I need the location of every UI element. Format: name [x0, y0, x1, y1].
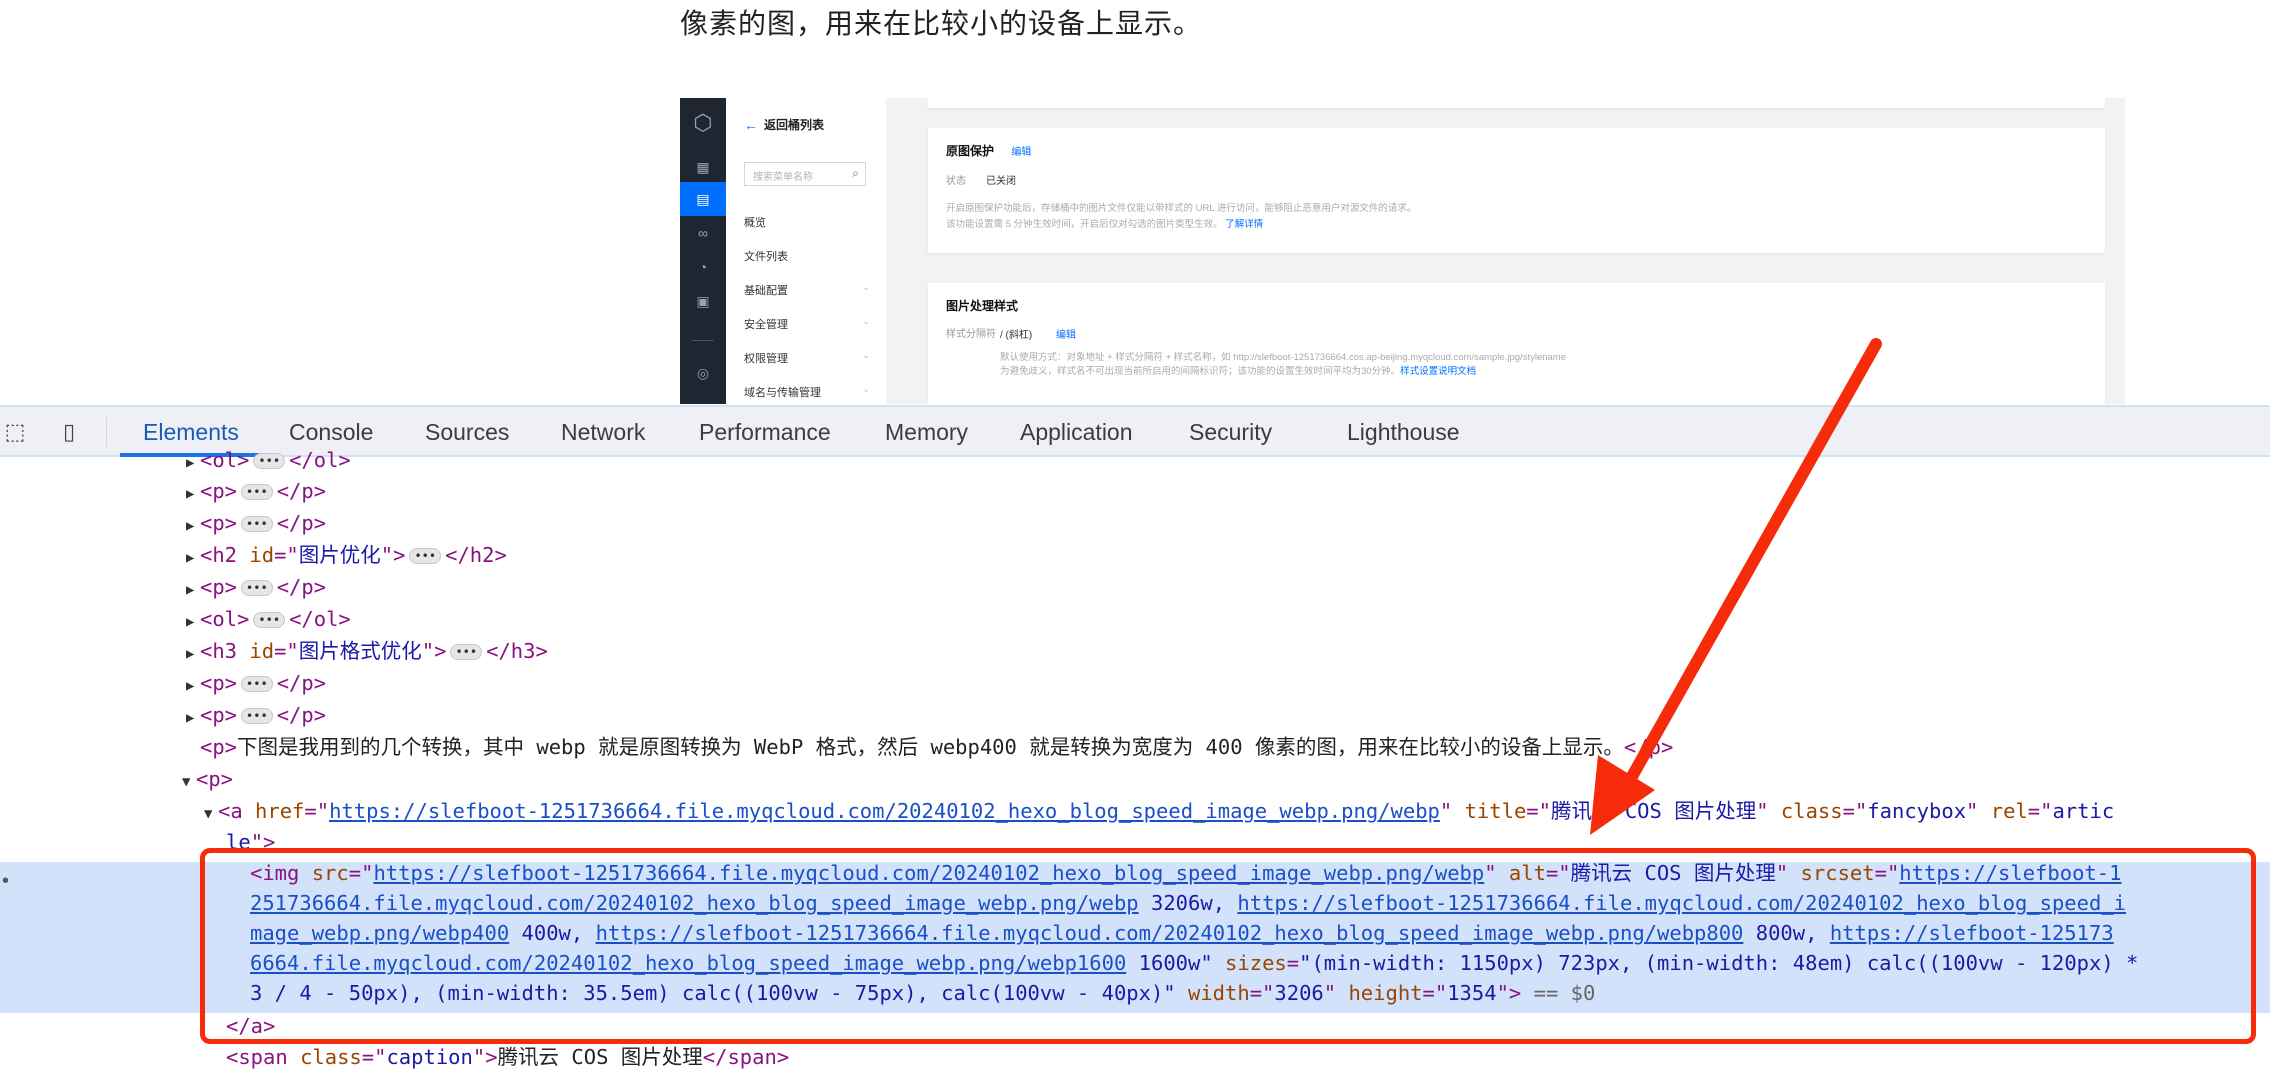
tree-node-a[interactable]: ▼ <a href="https://slefboot-1251736664.fi… [204, 795, 2114, 827]
menu-item-permissions: 权限管理 ⌄ [744, 350, 870, 365]
tree-node[interactable]: ▶ <h2 id="图片优化"> ••• </h2> [186, 539, 507, 571]
toolbar-divider [106, 417, 107, 447]
tree-node[interactable]: ▶ <p> ••• </p> [186, 571, 326, 603]
style-doc-link: 样式设置说明文档 [1400, 366, 1477, 377]
tab-network[interactable]: Network [561, 419, 645, 446]
rendered-page: 像素的图，用来在比较小的设备上显示。 ⬡ ▦ ▤ ∞ ◔ ▣ ◎ ← 返回桶列表… [0, 0, 2270, 404]
annotation-highlight-box [200, 848, 2256, 1044]
grid-icon: ▦ [696, 158, 710, 175]
inspect-element-icon[interactable]: ⬚ [0, 417, 30, 447]
search-icon: ⌕ [852, 166, 859, 180]
tree-node-caption[interactable]: <span class="caption">腾讯云 COS 图片处理</span… [226, 1041, 789, 1073]
arrow-left-icon: ← [744, 116, 758, 133]
menu-item-file-list: 文件列表 [744, 251, 788, 263]
tab-console[interactable]: Console [289, 419, 373, 446]
tree-node[interactable]: ▶ <ol> ••• </ol> [186, 444, 351, 476]
edit-link: 编辑 [1011, 147, 1032, 158]
tree-node-p-text[interactable]: <p>下图是我用到的几个转换，其中 webp 就是原图转换为 WebP 格式，然… [200, 731, 1673, 763]
tree-node[interactable]: ▶ <p> ••• </p> [186, 667, 326, 699]
edit-link: 编辑 [1056, 330, 1076, 341]
console-rail: ⬡ ▦ ▤ ∞ ◔ ▣ ◎ [680, 98, 726, 404]
cube-logo-icon: ⬡ [693, 110, 713, 135]
chevron-down-icon: ⌄ [862, 350, 870, 360]
menu-item-overview: 概览 [744, 217, 766, 229]
article-text: 像素的图，用来在比较小的设备上显示。 [680, 7, 1203, 40]
menu-item-basic-config: 基础配置 ⌄ [744, 282, 870, 297]
link-icon: ∞ [698, 225, 708, 241]
device-toolbar-icon[interactable]: ▯ [54, 417, 84, 447]
tab-security[interactable]: Security [1189, 419, 1272, 446]
article-image-cos-console[interactable]: ⬡ ▦ ▤ ∞ ◔ ▣ ◎ ← 返回桶列表 搜索菜单名称 ⌕ 概览 文件列表 基… [680, 98, 2125, 404]
tree-node[interactable]: ▶ <p> ••• </p> [186, 699, 326, 731]
image-icon: ▣ [696, 292, 710, 309]
menu-search-input: 搜索菜单名称 ⌕ [744, 162, 866, 186]
bucket-icon: ▤ [680, 182, 726, 216]
menu-item-security: 安全管理 ⌄ [744, 316, 870, 331]
tree-node[interactable]: ▶ <p> ••• </p> [186, 507, 326, 539]
href-link[interactable]: https://slefboot-1251736664.file.myqclou… [329, 799, 1440, 823]
chevron-down-icon: ⌄ [862, 282, 870, 292]
tab-memory[interactable]: Memory [885, 419, 968, 446]
tab-lighthouse[interactable]: Lighthouse [1347, 419, 1460, 446]
card-image-style: 图片处理样式 样式分隔符 / (斜杠) 编辑 默认使用方式：对象地址 + 样式分… [928, 283, 2105, 404]
console-main: 原图保护 编辑 状态 已关闭 开启原图保护功能后，存储桶中的图片文件仅能以带样式… [886, 98, 2125, 404]
tab-sources[interactable]: Sources [425, 419, 509, 446]
tree-node[interactable]: ▶ <h3 id="图片格式优化"> ••• </h3> [186, 635, 548, 667]
tree-node[interactable]: ▶ <p> ••• </p> [186, 475, 326, 507]
menu-item-domain: 域名与传输管理 ⌄ [744, 384, 870, 399]
chevron-down-icon: ⌄ [862, 384, 870, 394]
tab-elements[interactable]: Elements [143, 419, 239, 446]
learn-more-link: 了解详情 [1225, 219, 1264, 230]
card-previous [928, 98, 2105, 108]
tab-application[interactable]: Application [1020, 419, 1133, 446]
rail-divider [692, 340, 714, 341]
tree-node-p-open[interactable]: ▼ <p> [182, 763, 233, 795]
card-original-protect: 原图保护 编辑 状态 已关闭 开启原图保护功能后，存储桶中的图片文件仅能以带样式… [928, 128, 2105, 253]
console-menu: ← 返回桶列表 搜索菜单名称 ⌕ 概览 文件列表 基础配置 ⌄ 安全管理 ⌄ 权限管… [726, 98, 886, 404]
tree-node[interactable]: ▶ <ol> ••• </ol> [186, 603, 351, 635]
search-circle-icon: ◎ [696, 364, 710, 381]
tab-performance[interactable]: Performance [699, 419, 831, 446]
pie-chart-icon: ◔ [698, 259, 708, 275]
chevron-down-icon: ⌄ [862, 316, 870, 326]
back-to-buckets: ← 返回桶列表 [744, 116, 825, 133]
